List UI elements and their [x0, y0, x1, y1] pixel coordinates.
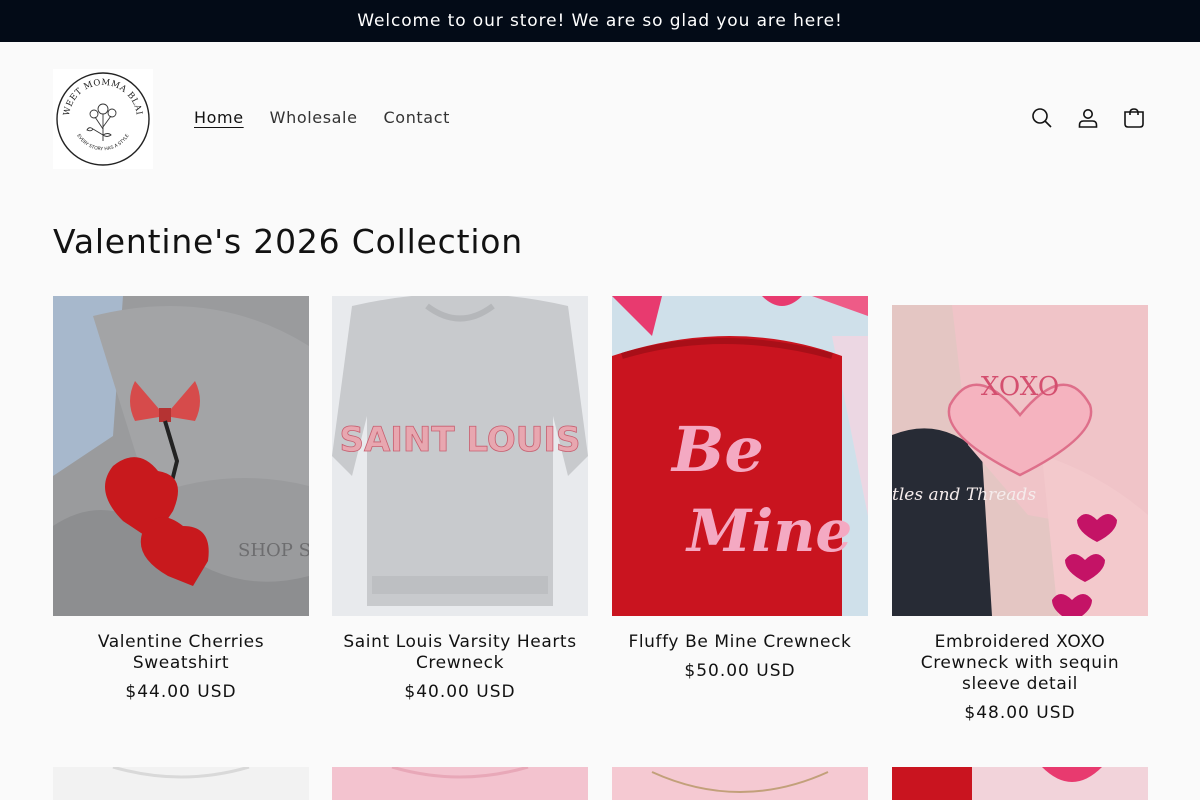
image-print-text: Be [670, 413, 764, 486]
image-print-text: Mine [685, 497, 852, 565]
nav-home-link[interactable]: Home [194, 106, 244, 130]
image-brand-text: tles and Threads [892, 485, 1036, 505]
product-image[interactable]: Be Mine [612, 296, 868, 616]
product-card-partial[interactable] [332, 767, 588, 800]
product-image[interactable]: SAINT LOUIS [332, 296, 588, 616]
cart-icon[interactable] [1120, 104, 1148, 132]
product-price: $48.00 USD [964, 703, 1076, 723]
product-image[interactable]: XOXO tles and Threads [892, 305, 1148, 616]
product-card-partial[interactable] [53, 767, 309, 800]
product-card[interactable]: SHOP Southern Valentine Cherries Sweatsh… [53, 296, 309, 702]
product-name[interactable]: Embroidered XOXO Crewneck with sequin sl… [892, 632, 1148, 695]
product-price: $40.00 USD [404, 682, 516, 702]
product-card[interactable]: Be Mine Fluffy Be Mine Crewneck $50.00 U… [612, 296, 868, 681]
product-card-partial[interactable] [892, 767, 1148, 800]
announcement-text: Welcome to our store! We are so glad you… [357, 11, 843, 31]
collection-title: Valentine's 2026 Collection [53, 222, 524, 261]
store-logo[interactable]: SWEET MOMMA BLAIR EVERY STORY HAS A STYL… [50, 62, 153, 169]
nav-contact-link[interactable]: Contact [384, 106, 450, 130]
image-print-text: SAINT LOUIS [339, 420, 580, 460]
product-card[interactable]: SAINT LOUIS Saint Louis Varsity Hearts C… [332, 296, 588, 702]
product-price: $50.00 USD [684, 661, 796, 681]
account-icon[interactable] [1074, 104, 1102, 132]
product-card[interactable]: XOXO tles and Threads Embroidered XOXO C… [892, 305, 1148, 723]
search-icon[interactable] [1028, 104, 1056, 132]
product-name[interactable]: Valentine Cherries Sweatshirt [53, 632, 309, 674]
header-icons [1010, 104, 1148, 132]
product-price: $44.00 USD [125, 682, 237, 702]
product-name[interactable]: Saint Louis Varsity Hearts Crewneck [332, 632, 588, 674]
logo-emblem: SWEET MOMMA BLAIR EVERY STORY HAS A STYL… [50, 62, 153, 169]
product-name[interactable]: Fluffy Be Mine Crewneck [612, 632, 868, 653]
announcement-bar: Welcome to our store! We are so glad you… [0, 0, 1200, 42]
nav-wholesale-link[interactable]: Wholesale [270, 106, 358, 130]
product-card-partial[interactable] [612, 767, 868, 800]
product-image[interactable]: SHOP Southern [53, 296, 309, 616]
image-watermark: SHOP Southern [238, 540, 309, 561]
image-print-text: XOXO [981, 372, 1059, 402]
main-nav: Home Wholesale Contact [194, 106, 476, 130]
